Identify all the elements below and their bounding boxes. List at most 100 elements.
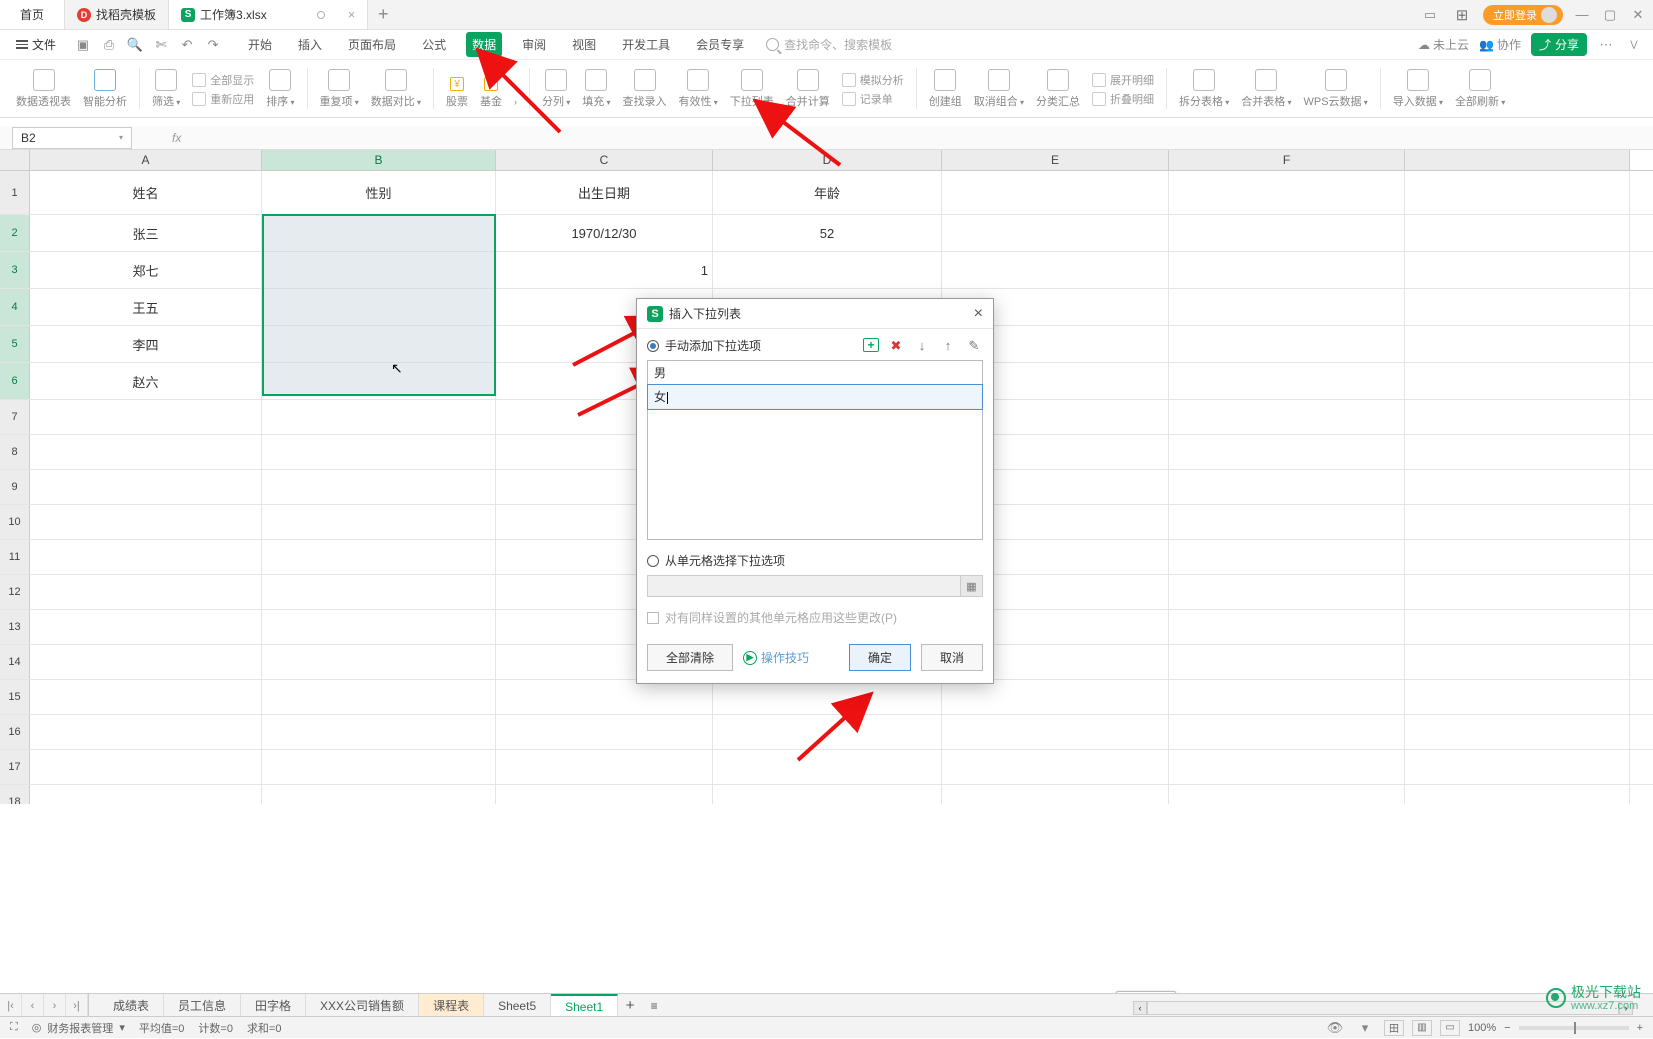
row-header[interactable]: 14 — [0, 645, 30, 679]
menu-tab-review[interactable]: 审阅 — [516, 32, 552, 57]
import-data-button[interactable]: 导入数据 — [1389, 67, 1447, 111]
row-header[interactable]: 9 — [0, 470, 30, 504]
row-header[interactable]: 5 — [0, 326, 30, 362]
ungroup-button[interactable]: 取消组合 — [970, 67, 1028, 111]
preview-icon[interactable]: 🔍 — [124, 34, 146, 56]
cell[interactable]: 年龄 — [713, 171, 942, 214]
refresh-all-button[interactable]: 全部刷新 — [1451, 67, 1509, 111]
menu-tab-view[interactable]: 视图 — [566, 32, 602, 57]
data-validation-button[interactable]: 有效性 — [675, 67, 722, 111]
sort-button[interactable]: 排序 — [262, 67, 298, 111]
menu-tab-insert[interactable]: 插入 — [292, 32, 328, 57]
col-header-D[interactable]: D — [713, 150, 942, 170]
range-selector-icon[interactable]: ▦ — [960, 576, 982, 596]
filter-button[interactable]: 筛选 — [148, 67, 184, 111]
row-header[interactable]: 4 — [0, 289, 30, 325]
row-header[interactable]: 16 — [0, 715, 30, 749]
row-header[interactable]: 15 — [0, 680, 30, 714]
sheet-tab[interactable]: Sheet5 — [484, 994, 551, 1017]
cell[interactable]: 出生日期 — [496, 171, 713, 214]
cell[interactable] — [1405, 215, 1630, 251]
cut-icon[interactable]: ✄ — [150, 34, 172, 56]
row-header[interactable]: 1 — [0, 171, 30, 214]
row-header[interactable]: 12 — [0, 575, 30, 609]
row-header[interactable]: 13 — [0, 610, 30, 644]
what-if-button[interactable]: 模拟分析 — [842, 72, 904, 88]
clear-all-button[interactable]: 全部清除 — [647, 644, 733, 671]
scroll-left-button[interactable]: ‹ — [1133, 1001, 1147, 1015]
tab-home[interactable]: 首页 — [0, 0, 65, 29]
help-link[interactable]: ▶操作技巧 — [743, 649, 809, 666]
wps-cloud-data-button[interactable]: WPS云数据 — [1300, 67, 1372, 111]
subtotal-button[interactable]: 分类汇总 — [1032, 67, 1084, 111]
menu-tab-start[interactable]: 开始 — [242, 32, 278, 57]
sheet-tab[interactable]: 成绩表 — [99, 994, 164, 1017]
report-management-button[interactable]: ◎ 财务报表管理 ▾ — [32, 1020, 125, 1036]
name-box[interactable]: B2▾ — [12, 127, 132, 149]
fill-button[interactable]: 填充 — [578, 67, 614, 111]
col-header-A[interactable]: A — [30, 150, 262, 170]
view-normal-button[interactable]: 田 — [1384, 1020, 1404, 1036]
print-icon[interactable]: ⎙ — [98, 34, 120, 56]
cell[interactable]: 1970/12/30 — [496, 215, 713, 251]
tab-template[interactable]: D 找稻壳模板 — [65, 0, 169, 29]
row-header[interactable]: 6 — [0, 363, 30, 399]
sheet-tab[interactable]: 课程表 — [419, 994, 484, 1017]
col-header-remainder[interactable] — [1405, 150, 1630, 170]
cell[interactable]: 张三 — [30, 215, 262, 251]
dropdown-items-listbox[interactable]: 男 女 — [647, 360, 983, 540]
duplicates-button[interactable]: 重复项 — [316, 67, 363, 111]
cell[interactable] — [713, 252, 942, 288]
delete-item-icon[interactable]: ✖ — [887, 338, 905, 354]
login-button[interactable]: 立即登录 — [1483, 5, 1563, 25]
save-icon[interactable]: ▣ — [72, 34, 94, 56]
cell[interactable] — [942, 171, 1169, 214]
add-item-icon[interactable]: + — [863, 338, 879, 352]
menu-tab-formula[interactable]: 公式 — [416, 32, 452, 57]
show-all-button[interactable]: 全部显示 — [192, 72, 254, 88]
view-page-button[interactable]: ▥ — [1412, 1020, 1432, 1036]
row-header[interactable]: 2 — [0, 215, 30, 251]
row-header[interactable]: 8 — [0, 435, 30, 469]
sheet-tab[interactable]: XXX公司销售额 — [306, 994, 419, 1017]
chevron-right-icon[interactable]: › — [514, 97, 517, 107]
cell[interactable]: 李四 — [30, 326, 262, 362]
group-button[interactable]: 创建组 — [925, 67, 966, 111]
layout-icon[interactable]: ▭ — [1419, 4, 1441, 26]
sheets-list-button[interactable]: ≡ — [642, 994, 666, 1017]
ok-button[interactable]: 确定 — [849, 644, 911, 671]
reapply-button[interactable]: 重新应用 — [192, 91, 254, 107]
col-header-E[interactable]: E — [942, 150, 1169, 170]
row-header[interactable]: 3 — [0, 252, 30, 288]
cell[interactable]: 赵六 — [30, 363, 262, 399]
sheet-nav-first[interactable]: |‹ — [0, 994, 22, 1017]
new-tab-button[interactable]: + — [368, 0, 398, 29]
zoom-level[interactable]: 100% — [1468, 1022, 1496, 1034]
cell[interactable] — [942, 215, 1169, 251]
tab-close-icon[interactable]: × — [348, 7, 356, 22]
zoom-slider[interactable] — [1519, 1026, 1629, 1030]
fx-icon[interactable]: fx — [172, 131, 181, 145]
collapse-ribbon-icon[interactable]: ⋁ — [1625, 36, 1643, 54]
share-button[interactable]: ⤴ 分享 — [1531, 33, 1587, 56]
cell[interactable]: 姓名 — [30, 171, 262, 214]
maximize-button[interactable]: ▢ — [1601, 6, 1619, 24]
menu-tab-member[interactable]: 会员专享 — [690, 32, 750, 57]
stock-button[interactable]: ¥股票 — [442, 75, 472, 111]
dialog-titlebar[interactable]: S 插入下拉列表 × — [637, 299, 993, 329]
sheet-tab[interactable]: 田字格 — [241, 994, 306, 1017]
display-settings-icon[interactable]: ▾ — [1354, 1017, 1376, 1039]
apps-icon[interactable] — [1451, 4, 1473, 26]
redo-icon[interactable]: ↷ — [202, 34, 224, 56]
move-down-icon[interactable]: ↓ — [913, 338, 931, 354]
sheet-tab[interactable]: Sheet1 — [551, 994, 618, 1017]
cancel-button[interactable]: 取消 — [921, 644, 983, 671]
cell[interactable]: 郑七 — [30, 252, 262, 288]
eye-icon[interactable]: 👁 — [1324, 1017, 1346, 1039]
apply-others-checkbox[interactable] — [647, 612, 659, 624]
move-up-icon[interactable]: ↑ — [939, 338, 957, 354]
collapse-detail-button[interactable]: 折叠明细 — [1092, 91, 1154, 107]
pivot-button[interactable]: 数据透视表 — [12, 67, 75, 111]
cloud-status[interactable]: ☁ 未上云 — [1418, 36, 1469, 53]
zoom-out-button[interactable]: − — [1504, 1022, 1510, 1034]
